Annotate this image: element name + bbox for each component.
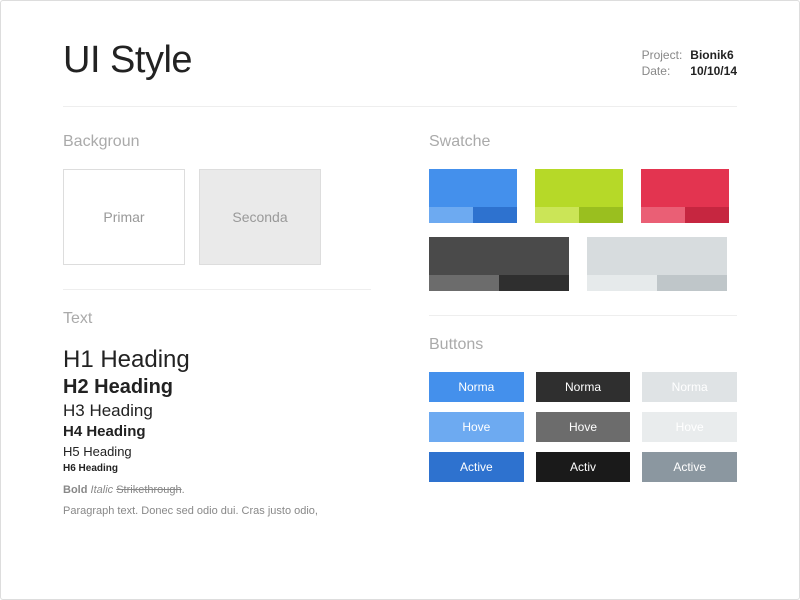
project-value: Bionik6: [690, 47, 737, 63]
swatch-blue: [429, 169, 517, 223]
background-secondary: Seconda: [199, 169, 321, 265]
paragraph-sample: Paragraph text. Donec sed odio dui. Cras…: [63, 504, 371, 519]
background-primary: Primar: [63, 169, 185, 265]
date-label: Date:: [642, 63, 683, 79]
right-column: Swatche: [429, 133, 737, 519]
button-row-normal: Norma Norma Norma: [429, 372, 737, 402]
meta-block: Project: Bionik6 Date: 10/10/14: [642, 39, 737, 79]
swatch-lime: [535, 169, 623, 223]
strike-sample: Strikethrough: [116, 484, 181, 496]
button-primary-hover[interactable]: Hove: [429, 412, 524, 442]
divider: [429, 315, 737, 316]
button-dark-normal[interactable]: Norma: [536, 372, 631, 402]
swatch-red: [641, 169, 729, 223]
button-primary-active[interactable]: Active: [429, 452, 524, 482]
divider: [63, 289, 371, 290]
date-value: 10/10/14: [690, 63, 737, 79]
bold-sample: Bold: [63, 484, 87, 496]
swatches-title: Swatche: [429, 133, 737, 151]
swatch-row-2: [429, 237, 737, 291]
background-secondary-label: Seconda: [232, 209, 287, 225]
header: UI Style Project: Bionik6 Date: 10/10/14: [63, 39, 737, 107]
h6-sample: H6 Heading: [63, 463, 371, 474]
italic-sample: Italic: [91, 484, 114, 496]
text-title: Text: [63, 310, 371, 328]
h4-sample: H4 Heading: [63, 423, 371, 440]
page-title: UI Style: [63, 39, 192, 82]
button-light-active[interactable]: Active: [642, 452, 737, 482]
left-column: Backgroun Primar Seconda Text H1 Heading…: [63, 133, 371, 519]
project-label: Project:: [642, 47, 683, 63]
h3-sample: H3 Heading: [63, 401, 371, 421]
swatch-row-1: [429, 169, 737, 223]
dot: .: [182, 484, 185, 496]
button-row-hover: Hove Hove Hove: [429, 412, 737, 442]
button-dark-active[interactable]: Activ: [536, 452, 631, 482]
h1-sample: H1 Heading: [63, 346, 371, 374]
swatch-light: [587, 237, 727, 291]
h5-sample: H5 Heading: [63, 444, 371, 459]
h2-sample: H2 Heading: [63, 376, 371, 399]
button-primary-normal[interactable]: Norma: [429, 372, 524, 402]
background-primary-label: Primar: [103, 209, 144, 225]
text-decorations: Bold Italic Strikethrough.: [63, 484, 371, 496]
button-row-active: Active Activ Active: [429, 452, 737, 482]
button-light-hover[interactable]: Hove: [642, 412, 737, 442]
swatch-dark: [429, 237, 569, 291]
backgrounds-title: Backgroun: [63, 133, 371, 151]
buttons-title: Buttons: [429, 336, 737, 354]
button-light-normal[interactable]: Norma: [642, 372, 737, 402]
button-dark-hover[interactable]: Hove: [536, 412, 631, 442]
